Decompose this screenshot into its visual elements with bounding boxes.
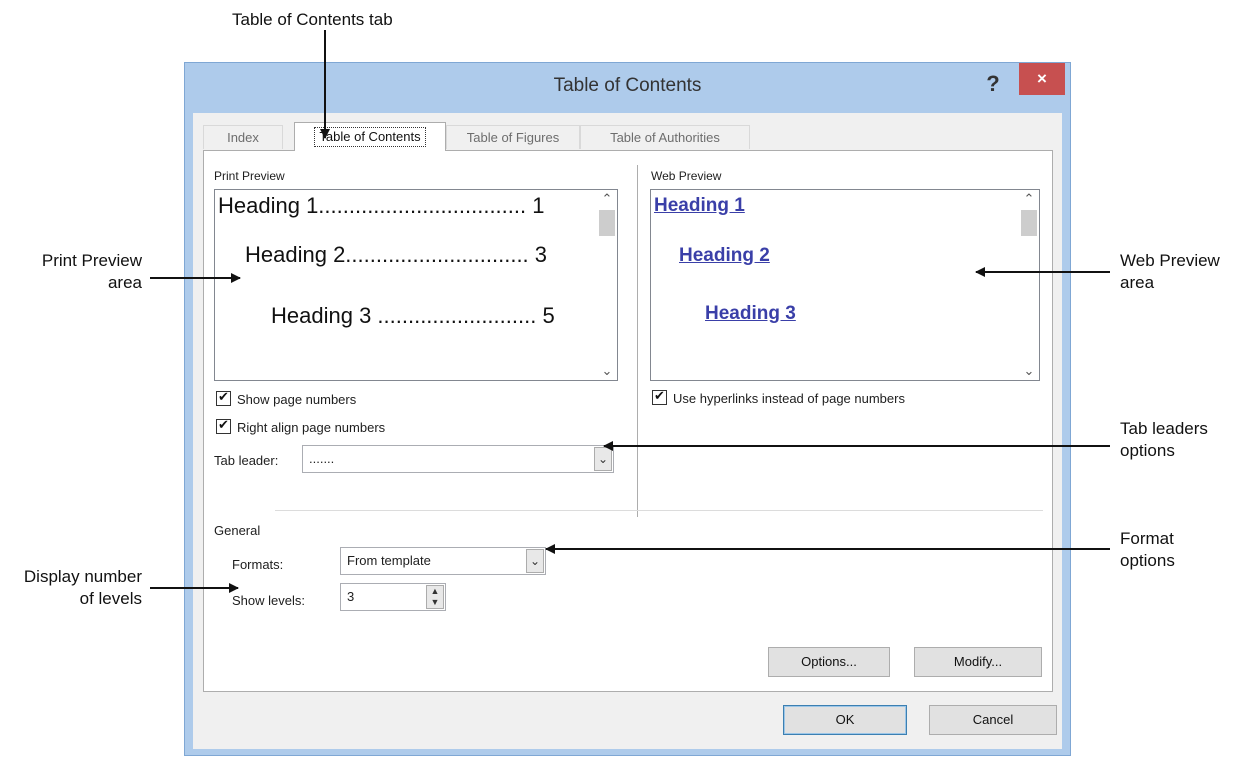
callout-format-line2: options: [1120, 551, 1175, 570]
chevron-down-icon[interactable]: ⌄: [526, 549, 544, 573]
show-levels-label: Show levels:: [232, 593, 305, 608]
help-icon[interactable]: ?: [980, 69, 1006, 99]
formats-label: Formats:: [232, 557, 284, 572]
close-icon[interactable]: ×: [1019, 63, 1065, 95]
checkbox-checked-icon[interactable]: [652, 388, 667, 405]
preview-divider: [637, 165, 638, 517]
web-preview-scrollbar[interactable]: ⌃ ⌄: [1019, 190, 1039, 380]
cancel-button-label: Cancel: [972, 712, 1014, 727]
print-preview-heading-1: Heading 1...............................…: [218, 193, 545, 218]
chevron-down-icon[interactable]: ⌄: [594, 447, 612, 471]
callout-tab-leaders: Tab leaders options: [1120, 418, 1240, 462]
options-button-label: Options...: [801, 654, 857, 669]
tab-index-label: Index: [227, 130, 259, 145]
callout-tab-leaders-line2: options: [1120, 441, 1175, 460]
options-button[interactable]: Options...: [768, 647, 890, 677]
print-preview-heading-2: Heading 2.............................. …: [245, 242, 548, 267]
tab-leader-label: Tab leader:: [214, 453, 279, 468]
tab-panel: Print Preview Heading 1.................…: [203, 150, 1053, 692]
chevron-down-icon[interactable]: ⌄: [1019, 362, 1039, 380]
show-page-numbers-label: Show page numbers: [237, 392, 357, 407]
tab-leader-value: .......: [309, 451, 335, 466]
web-preview-heading-1[interactable]: Heading 1: [654, 195, 745, 217]
tab-table-of-figures-label: Table of Figures: [466, 130, 560, 145]
general-label: General: [214, 523, 261, 538]
chevron-up-icon[interactable]: ⌃: [597, 190, 617, 208]
formats-value: From template: [347, 553, 431, 568]
callout-web-preview-line1: Web Preview: [1120, 251, 1220, 270]
tab-table-of-authorities-label: Table of Authorities: [610, 130, 720, 145]
cancel-button[interactable]: Cancel: [929, 705, 1057, 735]
callout-print-preview-line1: Print Preview: [41, 251, 142, 270]
show-levels-value[interactable]: 3: [347, 589, 354, 604]
print-preview-scroll-thumb[interactable]: [599, 210, 615, 236]
web-preview-heading-2[interactable]: Heading 2: [679, 245, 770, 267]
show-page-numbers-checkbox[interactable]: Show page numbers: [216, 389, 357, 407]
modify-button-label: Modify...: [953, 654, 1003, 669]
ok-button-label: OK: [835, 712, 855, 727]
use-hyperlinks-label: Use hyperlinks instead of page numbers: [673, 391, 905, 406]
tab-table-of-contents-label: Table of Contents: [314, 127, 426, 147]
use-hyperlinks-checkbox[interactable]: Use hyperlinks instead of page numbers: [652, 388, 905, 406]
ok-button[interactable]: OK: [783, 705, 907, 735]
dialog-title-bar[interactable]: Table of Contents ? ×: [185, 63, 1070, 113]
callout-web-preview-line2: area: [1120, 273, 1155, 292]
table-of-contents-dialog: Table of Contents ? × Index Table of Con…: [184, 62, 1071, 756]
print-preview-label: Print Preview: [214, 169, 285, 183]
checkbox-checked-icon[interactable]: [216, 417, 231, 434]
tab-index[interactable]: Index: [203, 125, 283, 149]
web-preview-heading-3[interactable]: Heading 3: [705, 303, 796, 325]
tab-table-of-authorities[interactable]: Table of Authorities: [580, 125, 750, 149]
callout-print-preview: Print Preview area: [20, 250, 142, 294]
callout-print-preview-line2: area: [107, 273, 142, 292]
web-preview-label: Web Preview: [651, 169, 722, 183]
callout-display-levels-line1: Display number: [23, 567, 142, 586]
spinner-icon[interactable]: ▲ ▼: [426, 585, 444, 609]
print-preview-box[interactable]: Heading 1...............................…: [214, 189, 618, 381]
callout-toc-tab: Table of Contents tab: [232, 10, 393, 29]
general-group-line: [275, 510, 1043, 511]
callout-display-levels-line2: of levels: [79, 589, 142, 608]
print-preview-scrollbar[interactable]: ⌃ ⌄: [597, 190, 617, 380]
print-preview-heading-3: Heading 3 .......................... 5: [271, 303, 555, 328]
formats-dropdown[interactable]: From template ⌄: [340, 547, 546, 575]
right-align-label: Right align page numbers: [237, 420, 386, 435]
modify-button[interactable]: Modify...: [914, 647, 1042, 677]
tab-table-of-figures[interactable]: Table of Figures: [446, 125, 580, 149]
callout-format-line1: Format: [1120, 529, 1174, 548]
web-preview-scroll-thumb[interactable]: [1021, 210, 1037, 236]
web-preview-box[interactable]: Heading 1 Heading 2 Heading 3 ⌃ ⌄: [650, 189, 1040, 381]
show-levels-spinner[interactable]: 3 ▲ ▼: [340, 583, 446, 611]
callout-format: Format options: [1120, 528, 1240, 572]
tab-leader-dropdown[interactable]: ....... ⌄: [302, 445, 614, 473]
callout-display-levels: Display number of levels: [4, 566, 142, 610]
right-align-checkbox[interactable]: Right align page numbers: [216, 417, 386, 435]
tab-table-of-contents[interactable]: Table of Contents: [294, 122, 446, 151]
callout-tab-leaders-line1: Tab leaders: [1120, 419, 1208, 438]
chevron-up-icon[interactable]: ⌃: [1019, 190, 1039, 208]
dialog-client-area: Index Table of Contents Table of Figures…: [193, 113, 1062, 749]
chevron-down-icon[interactable]: ⌄: [597, 362, 617, 380]
dialog-title: Table of Contents: [553, 75, 702, 96]
checkbox-checked-icon[interactable]: [216, 389, 231, 406]
callout-web-preview: Web Preview area: [1120, 250, 1240, 294]
